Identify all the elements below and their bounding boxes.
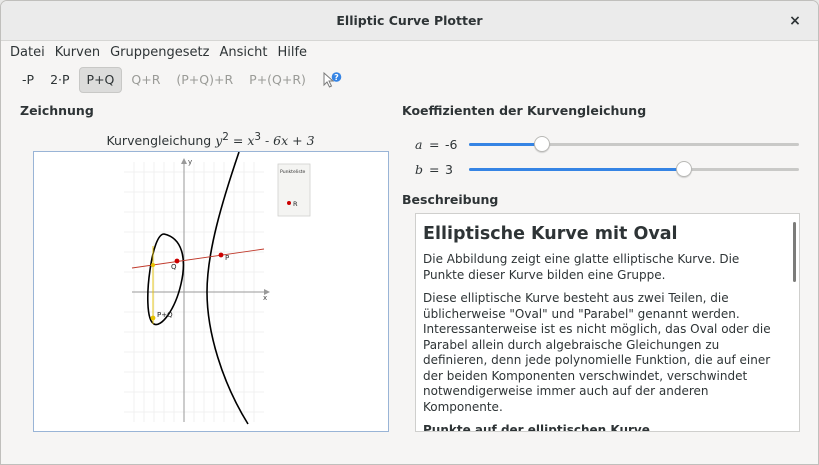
coefficient-b-slider[interactable] [469,161,799,177]
coefficient-b-slider-fill [469,168,684,171]
app-window: Elliptic Curve Plotter × Datei Kurven Gr… [0,0,819,465]
coefficient-b-name: b [415,161,424,177]
x-axis-label: x [263,294,267,302]
coefficient-a-slider[interactable] [469,136,799,152]
description-content: Elliptische Kurve mit Oval Die Abbildung… [416,214,788,432]
curve-parabola [206,151,249,425]
coefficient-a-row: a = -6 [415,134,801,154]
drawing-heading: Zeichnung [20,103,94,118]
menu-bar: Datei Kurven Gruppengesetz Ansicht Hilfe [1,41,818,63]
toolbar-q-plus-r-button[interactable]: Q+R [124,67,167,93]
formula-rest: - 6x + 3 [261,133,315,149]
toolbar-double-p-button[interactable]: 2·P [43,67,76,93]
legend-point-r-marker [287,201,291,205]
whats-this-help-icon[interactable]: ? [321,69,343,91]
coefficient-b-row: b = 3 [415,159,801,179]
formula-exp3: 3 [254,131,261,143]
menu-gruppengesetz[interactable]: Gruppengesetz [105,45,214,60]
coefficient-a-slider-fill [469,143,542,146]
point-q-label: Q [171,263,177,271]
status-bar [1,453,818,464]
coefficient-b-eq: = [429,161,440,177]
toolbar: -P 2·P P+Q Q+R (P+Q)+R P+(Q+R) ? [1,64,818,96]
description-paragraph-2: Diese elliptische Kurve besteht aus zwei… [423,291,771,414]
coefficient-a-slider-handle[interactable] [533,136,550,152]
title-bar: Elliptic Curve Plotter × [1,1,818,41]
formula-eq: = [228,133,248,149]
coefficient-a-eq: = [429,136,440,152]
coefficients-heading: Koeffizienten der Kurvengleichung [402,103,647,118]
y-axis-arrow-icon [181,158,187,164]
toolbar-p-plus-q-button[interactable]: P+Q [78,67,123,93]
point-intersect [151,263,155,267]
curve-equation: Kurvengleichung y2 = x3 - 6x + 3 [33,131,388,148]
menu-datei[interactable]: Datei [5,45,50,60]
y-axis-label: y [188,158,192,166]
description-subheading: Punkte auf der elliptischen Kurve [423,423,650,432]
description-title: Elliptische Kurve mit Oval [423,224,678,244]
menu-ansicht[interactable]: Ansicht [214,45,272,60]
formula-exp2: 2 [222,131,229,143]
legend-title: Punkteliste [280,169,306,175]
coefficient-a-name: a [415,136,423,152]
point-list-legend[interactable]: Punkteliste R [277,163,311,217]
curve-plot-canvas[interactable]: x y P Q P+Q Punkteliste R [33,151,389,432]
legend-point-r-label: R [293,200,298,208]
menu-hilfe[interactable]: Hilfe [272,45,312,60]
point-p-plus-q[interactable] [150,315,156,321]
point-p-label: P [225,254,229,262]
curve-equation-prefix: Kurvengleichung [106,133,216,149]
window-title: Elliptic Curve Plotter [336,13,483,28]
coefficient-b-slider-handle[interactable] [675,161,692,177]
description-paragraph-1: Die Abbildung zeigt eine glatte elliptis… [423,252,740,282]
description-scrollbar[interactable] [793,222,796,282]
svg-text:?: ? [334,73,339,82]
toolbar-negate-p-button[interactable]: -P [15,67,41,93]
toolbar-pq-plus-r-button[interactable]: (P+Q)+R [169,67,240,93]
menu-kurven[interactable]: Kurven [50,45,105,60]
description-panel[interactable]: Elliptische Kurve mit Oval Die Abbildung… [415,213,800,432]
toolbar-p-plus-qr-button[interactable]: P+(Q+R) [242,67,313,93]
close-icon[interactable]: × [786,12,804,30]
point-p[interactable] [218,252,224,258]
description-heading: Beschreibung [402,192,499,207]
point-p-plus-q-label: P+Q [157,311,173,319]
